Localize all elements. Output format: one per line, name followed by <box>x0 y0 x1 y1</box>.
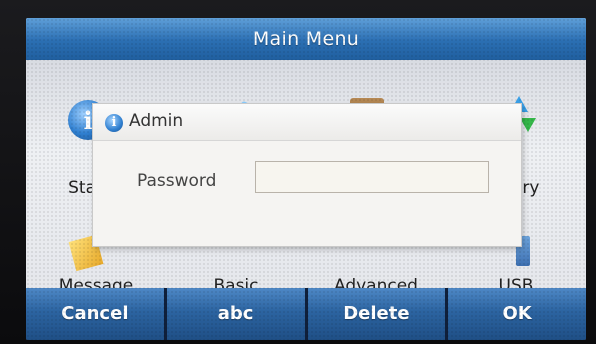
menu-item-label: Sta <box>68 178 96 198</box>
cancel-button[interactable]: Cancel <box>26 288 164 340</box>
abc-input-mode-button[interactable]: abc <box>166 288 305 340</box>
ok-button[interactable]: OK <box>448 288 586 340</box>
menu-item-history[interactable]: ory <box>512 178 572 198</box>
info-icon: i <box>105 114 123 132</box>
title-bar: Main Menu <box>26 18 586 60</box>
softkey-bar: Cancel abc Delete OK <box>26 288 586 340</box>
password-input[interactable] <box>255 161 489 193</box>
menu-item-status[interactable]: Sta <box>26 178 96 198</box>
phone-screen: Main Menu Sta ory Message Basic Advanced… <box>26 18 586 340</box>
dialog-title-bar: i Admin <box>93 104 521 141</box>
password-label: Password <box>137 171 217 191</box>
page-title: Main Menu <box>252 28 360 50</box>
delete-button[interactable]: Delete <box>307 288 446 340</box>
dialog-title: Admin <box>129 111 184 131</box>
admin-password-dialog: i Admin Password <box>93 104 521 246</box>
